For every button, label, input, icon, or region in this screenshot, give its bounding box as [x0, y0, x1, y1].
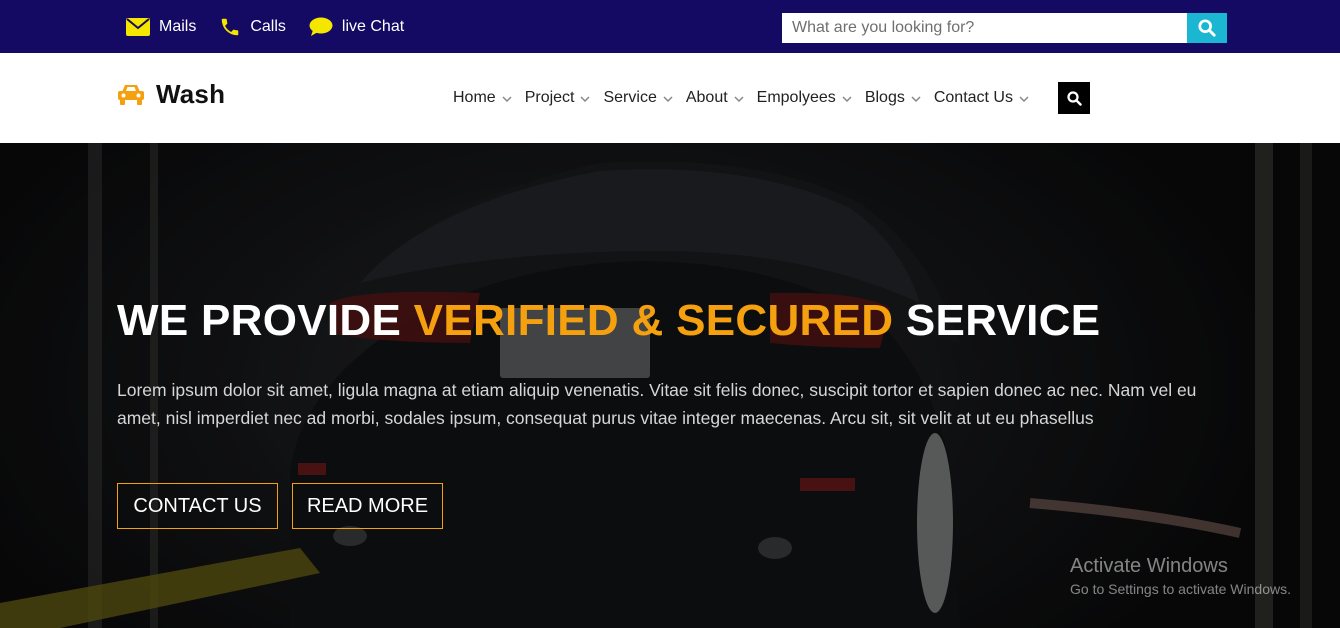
- nav-item-project[interactable]: Project: [525, 89, 591, 107]
- nav-item-label: Home: [453, 89, 496, 106]
- car-icon: [118, 84, 144, 105]
- top-search: [782, 13, 1227, 43]
- logo-text: Wash: [156, 79, 226, 109]
- nav-item-employees[interactable]: Empolyees: [757, 89, 852, 107]
- main-navbar: Wash Home Project Service About Empolyee…: [0, 53, 1340, 143]
- nav-item-service[interactable]: Service: [603, 89, 673, 107]
- chevron-down-icon: [734, 96, 744, 102]
- chevron-down-icon: [911, 96, 921, 102]
- nav-item-label: Blogs: [864, 89, 905, 106]
- nav-item-about[interactable]: About: [686, 89, 744, 107]
- chevron-down-icon: [1019, 96, 1029, 102]
- hero-title-part1: WE PROVIDE: [117, 296, 414, 345]
- nav-menu: Home Project Service About Empolyees Blo…: [453, 53, 1042, 143]
- top-bar: Mails Calls live Chat: [0, 0, 1340, 53]
- nav-item-label: About: [685, 89, 728, 106]
- nav-item-blogs[interactable]: Blogs: [865, 89, 921, 107]
- logo[interactable]: Wash: [116, 79, 225, 110]
- hero-title: WE PROVIDE VERIFIED & SECURED SERVICE: [117, 296, 1100, 346]
- nav-item-contact-us[interactable]: Contact Us: [934, 89, 1029, 107]
- nav-item-label: Contact Us: [933, 89, 1013, 106]
- hero-title-accent: VERIFIED & SECURED: [413, 296, 894, 345]
- nav-item-label: Project: [524, 89, 575, 106]
- nav-item-label: Service: [603, 89, 657, 106]
- hero-section: WE PROVIDE VERIFIED & SECURED SERVICE Lo…: [0, 143, 1340, 628]
- watermark-title: Activate Windows: [1070, 555, 1228, 577]
- phone-icon: [222, 18, 239, 35]
- windows-activation-watermark: Activate Windows Go to Settings to activ…: [1070, 555, 1291, 597]
- envelope-icon: [126, 17, 150, 36]
- mails-label: Mails: [159, 17, 197, 35]
- hero-title-part2: SERVICE: [893, 296, 1101, 345]
- contact-links: Mails Calls live Chat: [126, 0, 427, 53]
- chevron-down-icon: [842, 96, 852, 102]
- read-more-button[interactable]: READ MORE: [292, 483, 443, 529]
- chevron-down-icon: [663, 96, 673, 102]
- contact-us-button[interactable]: CONTACT US: [117, 483, 278, 529]
- search-icon: [1198, 19, 1216, 37]
- search-icon: [1066, 90, 1082, 106]
- live-chat-link[interactable]: live Chat: [309, 17, 404, 37]
- watermark-subtitle: Go to Settings to activate Windows.: [1070, 581, 1291, 597]
- nav-item-home[interactable]: Home: [453, 89, 512, 107]
- hero-description: Lorem ipsum dolor sit amet, ligula magna…: [117, 380, 1197, 428]
- nav-search-button[interactable]: [1058, 82, 1090, 114]
- calls-label: Calls: [250, 17, 286, 35]
- chevron-down-icon: [580, 96, 591, 102]
- calls-link[interactable]: Calls: [219, 16, 286, 38]
- search-button[interactable]: [1187, 13, 1227, 43]
- nav-item-label: Empolyees: [756, 89, 836, 106]
- chevron-down-icon: [502, 96, 512, 102]
- mails-link[interactable]: Mails: [126, 17, 197, 36]
- search-input[interactable]: [782, 13, 1187, 43]
- chat-bubble-icon: [309, 17, 333, 36]
- live-chat-label: live Chat: [341, 17, 405, 35]
